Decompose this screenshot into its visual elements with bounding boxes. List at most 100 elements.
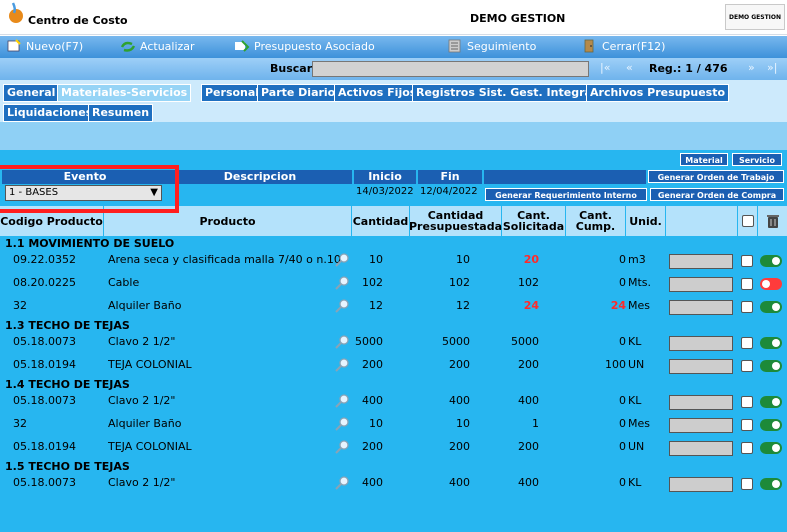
producto-cell: Alquiler Baño (108, 299, 182, 312)
solicitada-cell: 1 (532, 417, 539, 430)
row-checkbox[interactable] (741, 255, 753, 267)
nuevo-button[interactable]: Nuevo(F7) (6, 36, 83, 58)
row-checkbox[interactable] (741, 478, 753, 490)
presupuesto-asociado-button[interactable]: Presupuesto Asociado (234, 36, 375, 58)
generar-orden-compra-button[interactable]: Generar Orden de Compra (650, 188, 784, 201)
cerrar-button[interactable]: Cerrar(F12) (582, 36, 665, 58)
cump-cell: 0 (619, 335, 626, 348)
row-checkbox[interactable] (741, 301, 753, 313)
quantity-input[interactable] (669, 300, 733, 315)
row-checkbox[interactable] (741, 278, 753, 290)
tab-archivos-presupuesto[interactable]: Archivos Presupuesto (586, 84, 730, 102)
unid-cell: Mes (628, 417, 650, 430)
last-record-button[interactable]: »| (767, 61, 777, 74)
cump-cell: 0 (619, 253, 626, 266)
material-button[interactable]: Material (680, 153, 728, 166)
chevron-down-icon: ▼ (150, 187, 158, 198)
actualizar-label: Actualizar (140, 40, 195, 53)
magnifier-icon[interactable] (334, 334, 350, 350)
row-checkbox[interactable] (741, 337, 753, 349)
tab-panel-header (0, 122, 787, 150)
presupuestada-cell: 5000 (442, 335, 470, 348)
seguimiento-button[interactable]: Seguimiento (447, 36, 536, 58)
actualizar-button[interactable]: Actualizar (120, 36, 195, 58)
row-toggle[interactable] (760, 442, 782, 454)
search-bar: Buscar |« « Reg.: 1 / 476 » »| (0, 58, 787, 80)
unid-cell: m3 (628, 253, 646, 266)
row-toggle[interactable] (760, 337, 782, 349)
generar-orden-trabajo-button[interactable]: Generar Orden de Trabajo (648, 170, 784, 183)
row-toggle[interactable] (760, 396, 782, 408)
magnifier-icon[interactable] (334, 298, 350, 314)
select-all-checkbox[interactable] (741, 215, 754, 227)
cump-cell: 24 (610, 299, 626, 312)
row-toggle[interactable] (760, 360, 782, 372)
prev-record-button[interactable]: « (626, 61, 633, 74)
row-checkbox[interactable] (741, 396, 753, 408)
tab-materiales-servicios[interactable]: Materiales-Servicios (57, 84, 192, 102)
tab-liquidaciones[interactable]: Liquidaciones (3, 104, 97, 122)
magnifier-icon[interactable] (334, 252, 350, 268)
tracking-icon (448, 39, 461, 53)
tab-resumen[interactable]: Resumen (88, 104, 154, 122)
quantity-input[interactable] (669, 418, 733, 433)
quantity-input[interactable] (669, 254, 733, 269)
cantidad-cell: 200 (362, 358, 383, 371)
row-toggle[interactable] (760, 478, 782, 490)
quantity-input[interactable] (669, 477, 733, 492)
tab-personal[interactable]: Personal (201, 84, 264, 102)
solicitada-cell: 200 (518, 440, 539, 453)
unid-cell: Mes (628, 299, 650, 312)
trash-icon[interactable] (765, 213, 781, 229)
toggle-knob (772, 444, 780, 452)
codigo-cell: 05.18.0073 (13, 394, 76, 407)
magnifier-icon[interactable] (334, 416, 350, 432)
row-checkbox[interactable] (741, 442, 753, 454)
quantity-input[interactable] (669, 395, 733, 410)
header-unid: Unid. (626, 206, 666, 236)
cantidad-cell: 400 (362, 394, 383, 407)
evento-select[interactable]: 1 - BASES ▼ (5, 185, 162, 201)
tab-registros-sgi[interactable]: Registros Sist. Gest. Integral (412, 84, 600, 102)
tab-activos-fijos[interactable]: Activos Fijos (334, 84, 421, 102)
presupuestada-cell: 200 (449, 358, 470, 371)
row-toggle[interactable] (760, 301, 782, 313)
search-input[interactable] (312, 61, 589, 77)
row-toggle[interactable] (760, 278, 782, 290)
cantidad-cell: 102 (362, 276, 383, 289)
cantidad-cell: 400 (362, 476, 383, 489)
quantity-input[interactable] (669, 336, 733, 351)
row-checkbox[interactable] (741, 419, 753, 431)
quantity-input[interactable] (669, 359, 733, 374)
magnifier-icon[interactable] (334, 475, 350, 491)
presupuesto-label: Presupuesto Asociado (254, 40, 375, 53)
magnifier-icon[interactable] (334, 275, 350, 291)
quantity-input[interactable] (669, 277, 733, 292)
app-title: Centro de Costo (28, 14, 128, 27)
header-select-all (738, 206, 758, 236)
tab-general[interactable]: General (3, 84, 60, 102)
toggle-knob (762, 280, 770, 288)
codigo-cell: 05.18.0073 (13, 335, 76, 348)
generar-requerimiento-button[interactable]: Generar Requerimiento Interno (485, 188, 647, 201)
tab-parte-diario[interactable]: Parte Diario (257, 84, 340, 102)
first-record-button[interactable]: |« (600, 61, 610, 74)
row-toggle[interactable] (760, 255, 782, 267)
row-toggle[interactable] (760, 419, 782, 431)
magnifier-icon[interactable] (334, 357, 350, 373)
quantity-input[interactable] (669, 441, 733, 456)
magnifier-icon[interactable] (334, 393, 350, 409)
cump-cell: 0 (619, 440, 626, 453)
codigo-cell: 08.20.0225 (13, 276, 76, 289)
evento-selected-value: 1 - BASES (9, 187, 59, 198)
servicio-button[interactable]: Servicio (732, 153, 782, 166)
solicitada-cell: 102 (518, 276, 539, 289)
company-title: DEMO GESTION (470, 12, 566, 25)
row-checkbox[interactable] (741, 360, 753, 372)
magnifier-icon[interactable] (334, 439, 350, 455)
cerrar-label: Cerrar(F12) (602, 40, 666, 53)
cantidad-cell: 10 (369, 417, 383, 430)
producto-cell: TEJA COLONIAL (108, 358, 192, 371)
codigo-cell: 05.18.0194 (13, 440, 76, 453)
next-record-button[interactable]: » (748, 61, 755, 74)
